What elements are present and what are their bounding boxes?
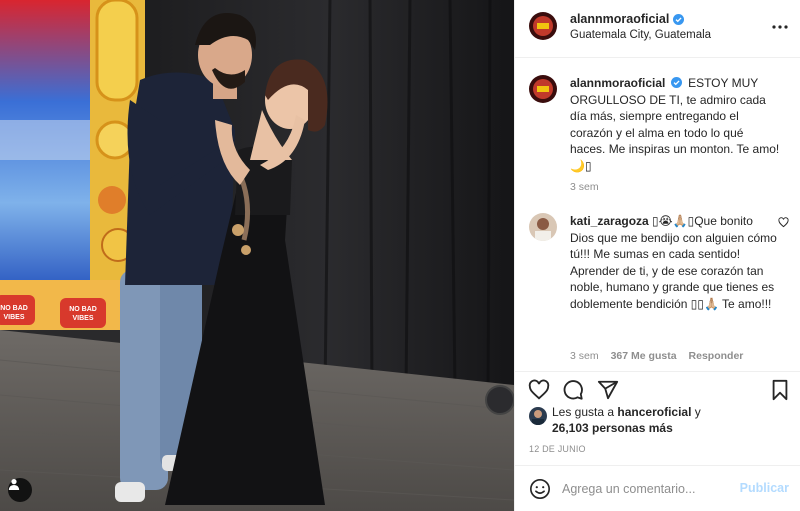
comment-input[interactable]	[562, 479, 732, 499]
publish-button[interactable]: Publicar	[740, 481, 789, 495]
post-header: alannmoraoficial Guatemala City, Guatema…	[515, 0, 800, 58]
sign-text-4: VIBES	[72, 315, 93, 322]
comment-text: ▯😭🙏🏼▯Que bonito Dios que me bendijo con …	[570, 214, 777, 311]
likes-conj: y	[694, 405, 701, 419]
likes-prefix: Les gusta a	[552, 405, 615, 419]
post-location[interactable]: Guatemala City, Guatemala	[570, 29, 711, 41]
comment-icon[interactable]	[562, 379, 584, 401]
heart-icon[interactable]	[528, 379, 550, 401]
comment-body: kati_zaragoza ▯😭🙏🏼▯Que bonito Dios que m…	[570, 213, 780, 312]
comment-meta: 3 sem 367 Me gusta Responder	[570, 350, 743, 362]
caption-meta: 3 sem	[570, 181, 599, 193]
liker-username[interactable]: hanceroficial	[617, 405, 691, 419]
verified-badge-icon	[673, 13, 685, 25]
comment-time[interactable]: 3 sem	[570, 350, 599, 362]
caption-time[interactable]: 3 sem	[570, 181, 599, 193]
more-options-button[interactable]	[771, 18, 789, 36]
caption-username[interactable]: alannmoraoficial	[570, 76, 665, 90]
post-author-name[interactable]: alannmoraoficial	[570, 12, 669, 26]
avatar[interactable]	[529, 407, 547, 425]
sign-text-3: NO BAD	[69, 306, 97, 313]
caption-body: alannmoraoficial ESTOY MUY ORGULLOSO DE …	[570, 75, 780, 174]
action-bar	[515, 371, 800, 407]
share-icon[interactable]	[597, 379, 619, 401]
bookmark-icon[interactable]	[769, 379, 791, 401]
post-author[interactable]: alannmoraoficial	[570, 12, 685, 26]
avatar[interactable]	[529, 12, 557, 40]
comments-list[interactable]: alannmoraoficial ESTOY MUY ORGULLOSO DE …	[515, 59, 800, 371]
comment-like-button[interactable]	[778, 217, 789, 228]
comment-likes[interactable]: 367 Me gusta	[611, 350, 677, 362]
sign-text-1: NO BAD	[0, 305, 28, 312]
comment-username[interactable]: kati_zaragoza	[570, 214, 649, 228]
user-icon	[8, 479, 20, 490]
add-comment-bar: Publicar	[515, 465, 800, 511]
avatar[interactable]	[529, 213, 557, 241]
verified-badge-icon	[670, 77, 682, 88]
post-image: NO BAD VIBES NO BAD VIBES	[0, 0, 514, 511]
caption-text: ESTOY MUY ORGULLOSO DE TI, te admiro cad…	[570, 76, 780, 173]
reply-button[interactable]: Responder	[689, 350, 744, 362]
emoji-icon[interactable]	[529, 478, 551, 500]
likes-text: Les gusta a hanceroficial y 26,103 perso…	[552, 404, 792, 436]
sign-text-2: VIBES	[3, 314, 24, 321]
more-horizontal-icon	[772, 25, 788, 29]
post-date[interactable]: 12 DE JUNIO	[529, 444, 586, 454]
avatar[interactable]	[529, 75, 557, 103]
post-side-panel: alannmoraoficial Guatemala City, Guatema…	[514, 0, 800, 511]
post-photo[interactable]: NO BAD VIBES NO BAD VIBES	[0, 0, 514, 511]
likes-count[interactable]: 26,103 personas más	[552, 421, 673, 435]
tag-user-button[interactable]	[8, 478, 32, 502]
